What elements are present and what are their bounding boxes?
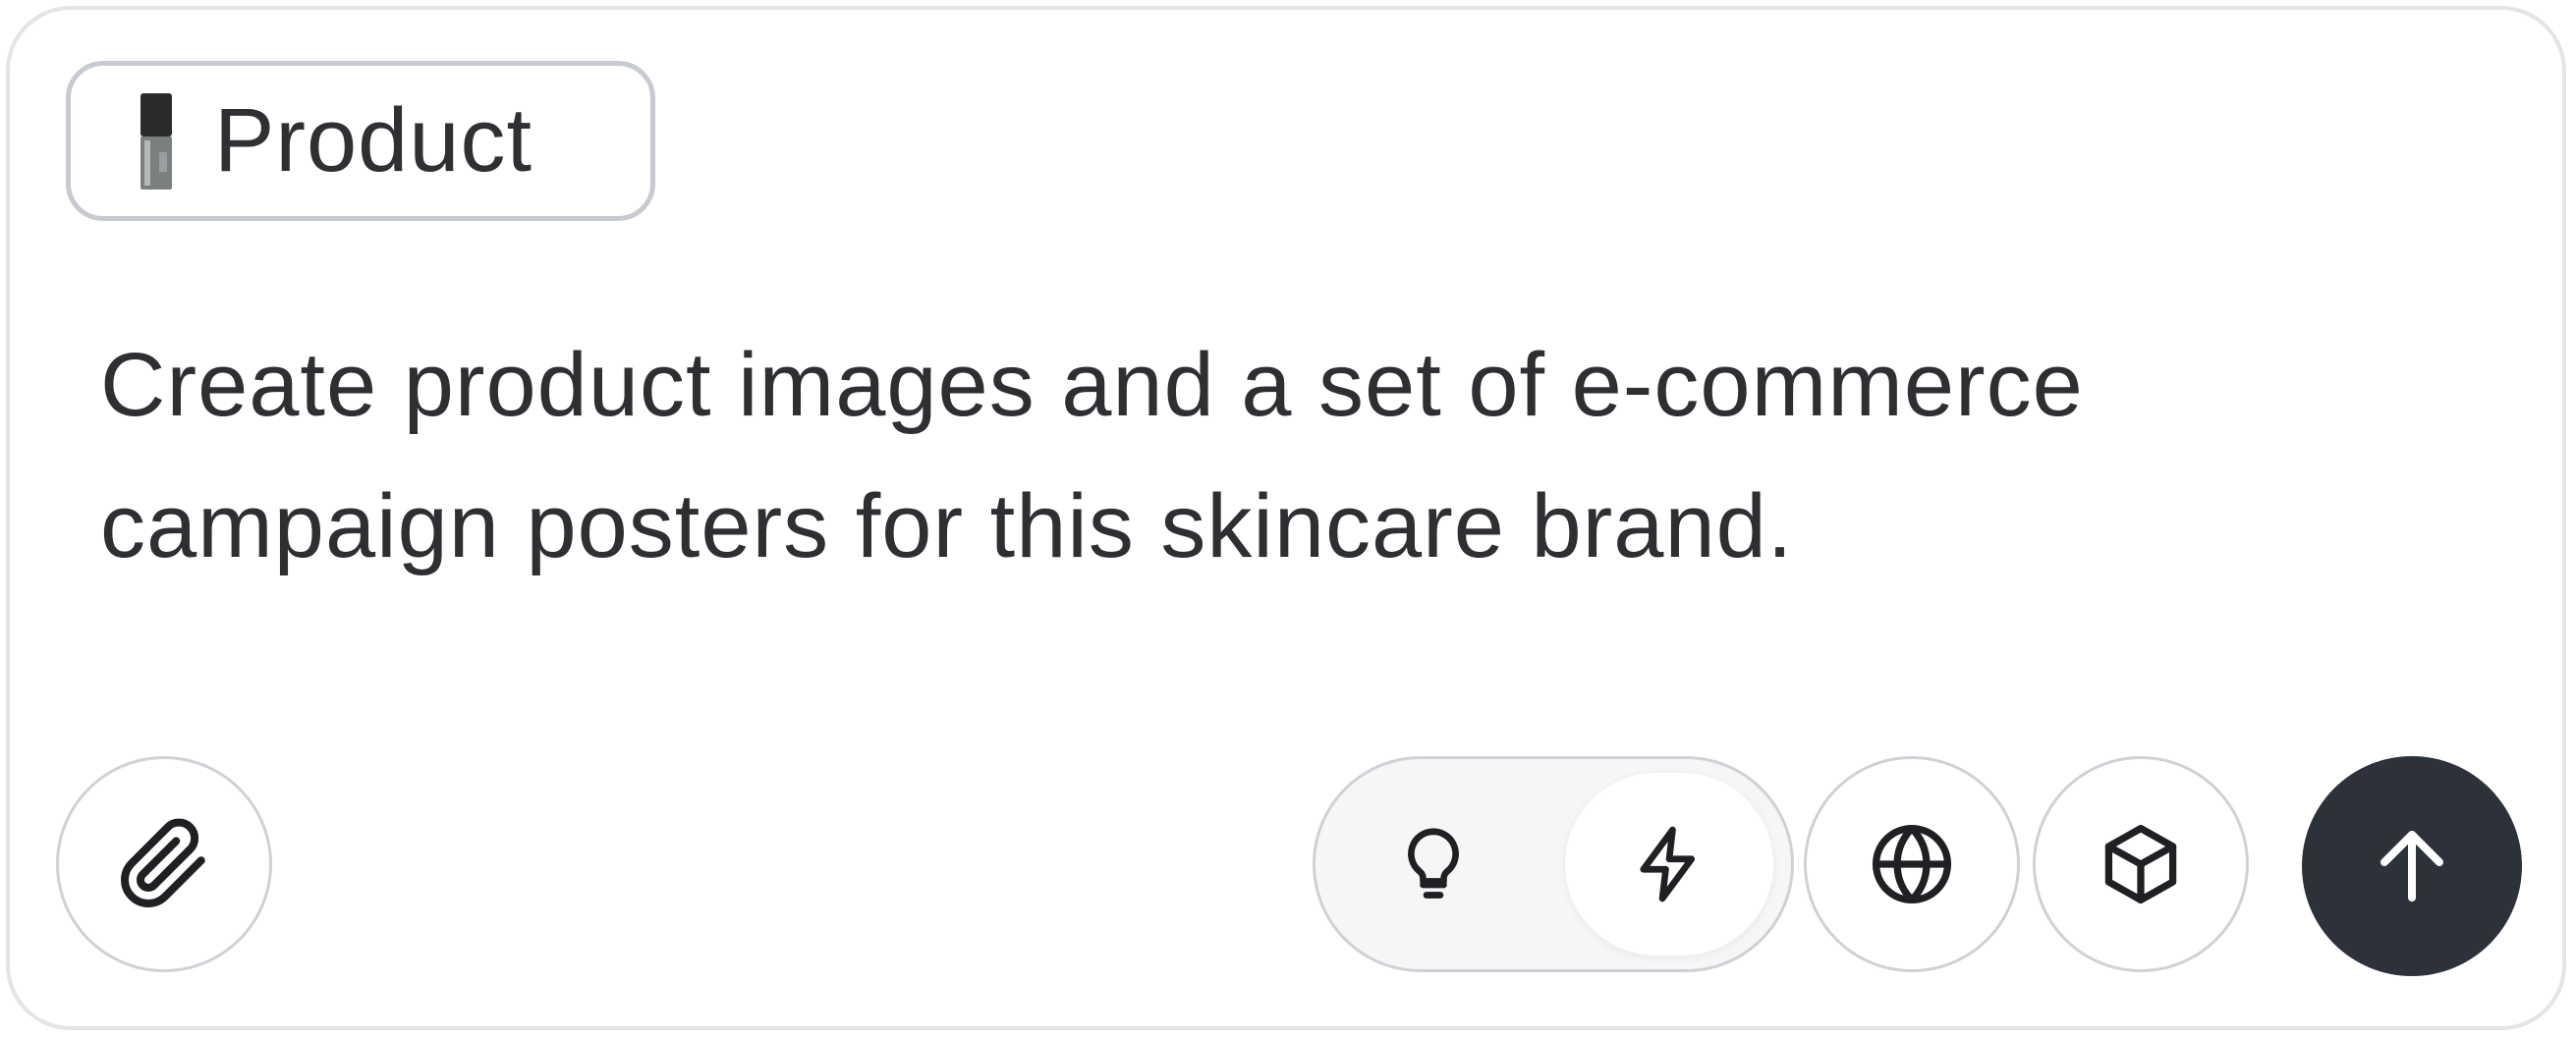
cube-icon <box>2096 819 2186 909</box>
prompt-input[interactable]: Create product images and a set of e-com… <box>100 314 2458 597</box>
model-select-button[interactable] <box>2033 756 2249 972</box>
fast-mode-option[interactable] <box>1565 773 1773 956</box>
think-mode-option[interactable] <box>1329 773 1538 956</box>
lightning-icon <box>1628 823 1710 905</box>
serum-bottle-thumbnail <box>138 92 175 190</box>
arrow-up-icon <box>2365 819 2459 913</box>
web-search-button[interactable] <box>1804 756 2020 972</box>
attachment-chip-label: Product <box>214 90 533 191</box>
send-button[interactable] <box>2302 756 2522 976</box>
lightbulb-icon <box>1392 823 1475 905</box>
globe-icon <box>1867 819 1957 909</box>
product-attachment-chip[interactable]: Product <box>66 61 655 221</box>
paperclip-icon <box>117 817 211 911</box>
attach-file-button[interactable] <box>56 756 272 972</box>
mode-toggle <box>1313 756 1794 972</box>
